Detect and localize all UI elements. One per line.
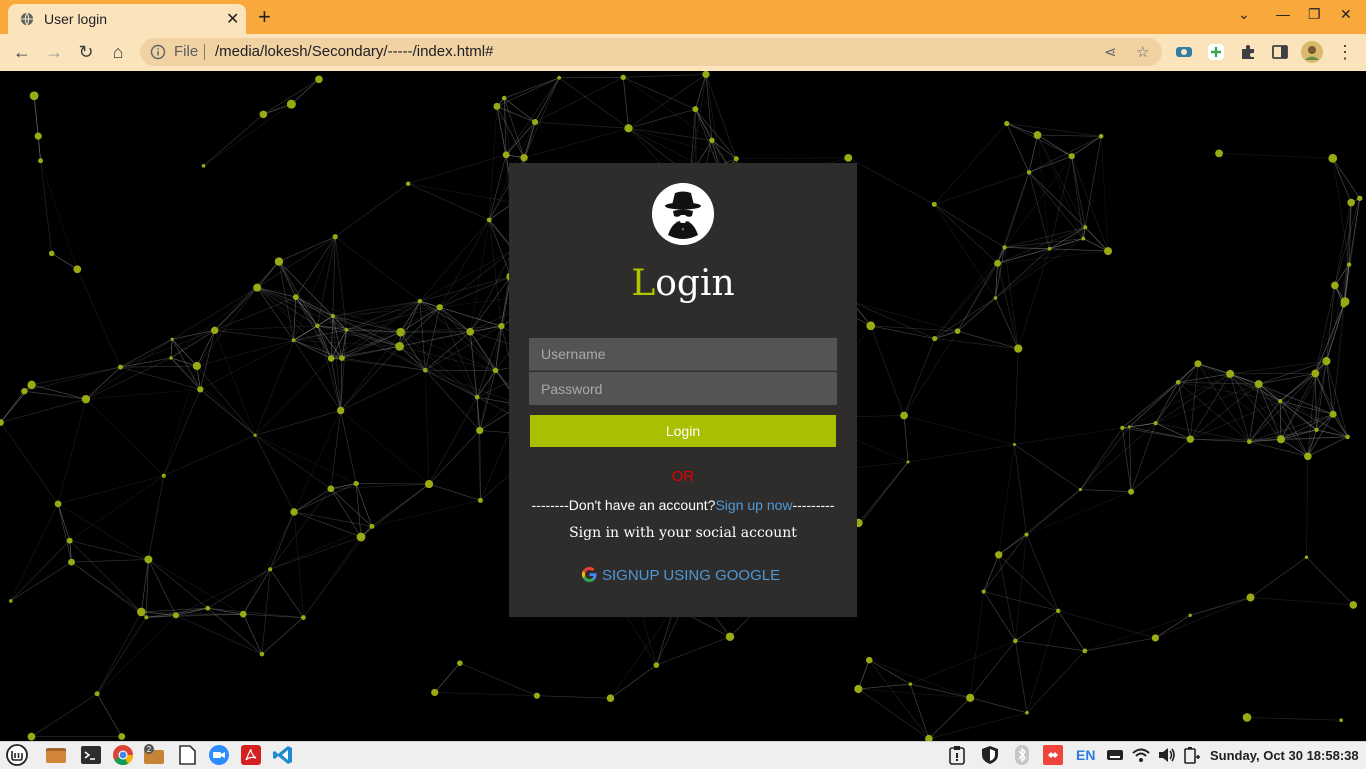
taskbar: 2 EN (0, 741, 1366, 769)
social-signin-text: Sign in with your social account (509, 525, 857, 541)
keyboard-icon[interactable] (1105, 745, 1125, 765)
vscode-icon[interactable] (272, 744, 294, 766)
extension-plus-icon[interactable] (1207, 43, 1225, 61)
new-tab-button[interactable]: + (258, 4, 271, 30)
extension-camera-icon[interactable] (1175, 43, 1193, 61)
bookmark-star-icon[interactable]: ☆ (1136, 43, 1149, 61)
mint-menu-icon[interactable] (6, 744, 28, 766)
anydesk-icon[interactable] (1043, 745, 1063, 765)
clipboard-icon[interactable] (947, 745, 967, 765)
globe-icon (20, 12, 34, 26)
battery-icon[interactable] (1182, 745, 1202, 765)
tab-title: User login (44, 11, 107, 27)
terminal-icon[interactable] (80, 744, 102, 766)
incognito-avatar-icon (652, 183, 714, 245)
browser-toolbar: ← → ↻ ⌂ File /media/lokesh/Secondary/---… (0, 34, 1366, 71)
google-signup-button[interactable]: SIGNUP USING GOOGLE (582, 565, 780, 585)
omnibox-divider (204, 44, 205, 60)
tab-search-chevron-icon[interactable]: ⌄ (1238, 6, 1250, 23)
side-panel-icon[interactable] (1271, 43, 1289, 61)
signup-prompt: --------Don't have an account?Sign up no… (509, 497, 857, 513)
minimize-icon[interactable]: — (1276, 6, 1290, 22)
browser-tab-bar: User login ✕ + ⌄ — ❐ ✕ (0, 0, 1366, 34)
file-manager-badge: 2 (147, 745, 152, 754)
url-text[interactable]: /media/lokesh/Secondary/-----/index.html… (215, 43, 493, 60)
pdf-reader-icon[interactable] (240, 744, 262, 766)
shield-icon[interactable] (980, 745, 1000, 765)
google-icon (582, 567, 597, 582)
forward-arrow-icon[interactable]: → (43, 41, 65, 63)
chrome-icon[interactable] (112, 744, 134, 766)
tab-close-icon[interactable]: ✕ (226, 9, 239, 29)
clock[interactable]: Sunday, Oct 30 18:58:38 (1210, 748, 1359, 763)
login-title-first-letter: L (631, 263, 655, 304)
sign-up-link[interactable]: Sign up now (715, 497, 792, 513)
close-window-icon[interactable]: ✕ (1340, 6, 1352, 23)
username-input[interactable] (529, 338, 837, 371)
login-card: Login Login OR --------Don't have an acc… (509, 163, 857, 617)
signup-prompt-suffix: --------- (793, 497, 835, 513)
bluetooth-icon[interactable] (1012, 745, 1032, 765)
files-folder-icon[interactable] (45, 744, 67, 766)
login-title: Login (509, 263, 857, 304)
zoom-icon[interactable] (208, 744, 230, 766)
file-manager-icon[interactable]: 2 (143, 744, 165, 766)
login-button[interactable]: Login (530, 415, 836, 447)
login-title-rest: ogin (655, 263, 734, 304)
reload-icon[interactable]: ↻ (75, 41, 97, 63)
share-icon[interactable]: ⋖ (1104, 43, 1117, 61)
or-divider-text: OR (509, 468, 857, 485)
home-icon[interactable]: ⌂ (107, 41, 129, 63)
keyboard-layout-indicator[interactable]: EN (1076, 747, 1095, 763)
browser-tab[interactable]: User login ✕ (8, 4, 246, 34)
restore-icon[interactable]: ❐ (1308, 6, 1321, 23)
extensions-puzzle-icon[interactable] (1239, 43, 1257, 61)
profile-avatar[interactable] (1301, 41, 1323, 63)
google-signup-label: SIGNUP USING GOOGLE (602, 567, 780, 584)
document-icon[interactable] (176, 744, 198, 766)
password-input[interactable] (529, 372, 837, 405)
address-bar[interactable]: File /media/lokesh/Secondary/-----/index… (140, 38, 1162, 66)
page-content: Login Login OR --------Don't have an acc… (0, 71, 1366, 741)
volume-icon[interactable] (1157, 745, 1177, 765)
info-icon[interactable] (150, 44, 166, 60)
signup-prompt-prefix: --------Don't have an account? (532, 497, 716, 513)
back-arrow-icon[interactable]: ← (11, 41, 33, 63)
url-scheme-label: File (174, 43, 198, 60)
wifi-icon[interactable] (1131, 745, 1151, 765)
browser-menu-icon[interactable]: ⋮ (1334, 41, 1356, 63)
